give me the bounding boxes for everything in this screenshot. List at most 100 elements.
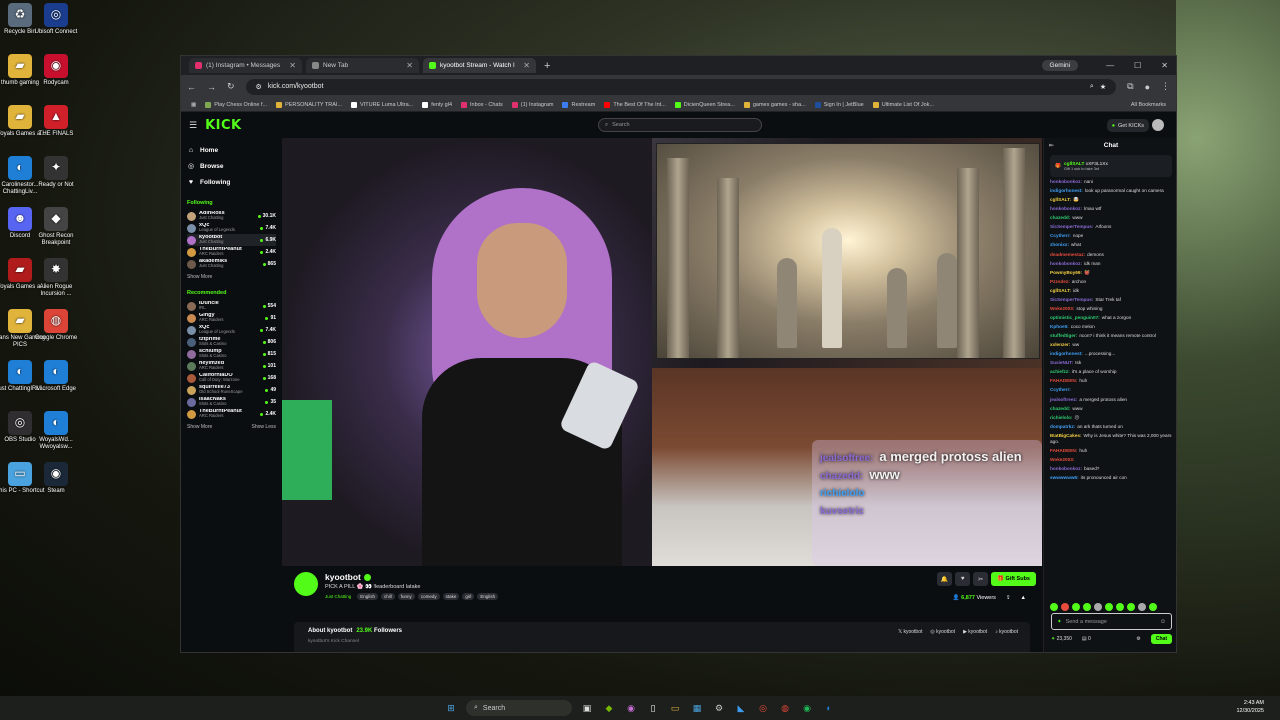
user-avatar[interactable] (1152, 119, 1164, 131)
stream-tag[interactable]: English (357, 593, 379, 600)
spotify-icon[interactable]: ◉ (800, 701, 814, 715)
stream-category[interactable]: Just Chatting (325, 594, 351, 599)
sidebar-channel-theburntpeanut[interactable]: TheBurntPeanut ARC Raiders 2.4K (187, 246, 276, 258)
emote-icon[interactable] (1105, 603, 1113, 611)
chat-input[interactable]: ✦ Send a message ☺ (1051, 613, 1172, 630)
sidebar-channel-adinross[interactable]: AdinRoss Just Chatting 30.1K (187, 210, 276, 222)
chat-username[interactable]: Woke2003: (1050, 306, 1074, 311)
nav-browse[interactable]: ◎ Browse (187, 158, 276, 174)
extensions-icon[interactable]: ⧉ (1127, 81, 1133, 92)
emote-icon[interactable] (1094, 603, 1102, 611)
back-icon[interactable]: ← (187, 82, 196, 92)
bookmark-item[interactable]: Play Chess Online f... (205, 101, 267, 108)
all-bookmarks-button[interactable]: All Bookmarks (1131, 102, 1166, 108)
forward-icon[interactable]: → (207, 82, 216, 92)
chat-username[interactable]: deadmemestaz: (1050, 252, 1085, 257)
sidebar-channel-squirrelie73[interactable]: squirrelie73 Old School RuneScape 49 (187, 384, 276, 396)
chat-username[interactable]: SicSemperTempus: (1050, 297, 1093, 302)
desktop-icon[interactable]: ✦ Ready or Not (28, 156, 84, 189)
clip-icon[interactable]: ✂ (973, 572, 989, 586)
chat-username[interactable]: xxlenzer: (1050, 342, 1070, 347)
bookmark-item[interactable]: fenty gl4 (422, 101, 452, 108)
sidebar-channel-akademiks[interactable]: akademiks Just Chatting 865 (187, 258, 276, 270)
chat-username[interactable]: chazedd: (1050, 215, 1070, 220)
site-info-icon[interactable]: ⚙ (256, 83, 262, 91)
instagram-social-link[interactable]: ◎ kyootbot (930, 629, 955, 635)
share-icon[interactable]: ⇪ (1006, 595, 1011, 601)
chat-username[interactable]: SusieNUT: (1050, 360, 1073, 365)
show-more-button[interactable]: Show More (187, 424, 212, 430)
chat-username[interactable]: FAHADEEN: (1050, 448, 1077, 453)
emote-icon[interactable] (1050, 603, 1058, 611)
taskbar-clock[interactable]: 2:43 AM 12/30/2025 (1236, 699, 1264, 716)
emote-icon[interactable] (1061, 603, 1069, 611)
chat-username[interactable]: zhonixx: (1050, 242, 1069, 247)
emoji-icon[interactable]: ☺ (1160, 619, 1166, 625)
desktop-icon[interactable]: ◉ Rodycam (28, 54, 84, 87)
tab-new-tab[interactable]: New Tab ✕ (306, 58, 419, 73)
emote-icon[interactable] (1138, 603, 1146, 611)
desktop-icon[interactable]: ◉ Steam (28, 462, 84, 495)
bookmark-item[interactable]: PERSONALITY TRAI... (276, 101, 342, 108)
emote-icon[interactable] (1072, 603, 1080, 611)
address-bar[interactable]: ⚙ kick.com/kyootbot ⌕ ★ (245, 78, 1117, 95)
sidebar-channel-californiado[interactable]: CaliforniaDO Call of Duty: Warzone 168 (187, 372, 276, 384)
copilot-icon[interactable]: ◉ (624, 701, 638, 715)
kick-emote-icon[interactable]: ✦ (1057, 619, 1062, 625)
desktop-icon[interactable]: ◆ Ghost Recon Breakpoint (28, 207, 84, 247)
notification-bell-icon[interactable]: 🔔 (937, 572, 953, 586)
follow-heart-icon[interactable]: ♥ (955, 572, 971, 586)
bookmark-item[interactable]: DicienQueen Strea... (674, 101, 735, 108)
get-kicks-button[interactable]: ● Get KICKs (1106, 119, 1149, 132)
chat-username[interactable]: indigorhonest: (1050, 188, 1083, 193)
chat-username[interactable]: swwwwww5: (1050, 475, 1079, 480)
stream-tag[interactable]: funny (397, 593, 415, 600)
sidebar-channel-theburntpeanut[interactable]: TheBurntPeanut ARC Raiders 2.4K (187, 408, 276, 420)
points-block[interactable]: ✦ 23,350 (1051, 636, 1072, 642)
kick-logo[interactable]: KICK (205, 118, 242, 133)
stream-tag[interactable]: comedy (417, 593, 440, 600)
x-social-link[interactable]: 𝕏 kyootbot (898, 629, 922, 635)
video-player[interactable]: jealsoftree: a merged protoss alien chaze… (282, 138, 1042, 566)
chat-username[interactable]: chazedd: (1050, 406, 1070, 411)
gift-subs-button[interactable]: 🎁 Gift Subs (991, 572, 1036, 586)
close-tab-icon[interactable]: ✕ (406, 61, 413, 70)
close-tab-icon[interactable]: ✕ (289, 61, 296, 70)
edge-icon[interactable]: ◐ (822, 701, 836, 715)
chat-username[interactable]: honkobonkoz: (1050, 206, 1082, 211)
bookmark-item[interactable]: Sign In | JetBlue (814, 101, 864, 108)
bookmark-item[interactable]: (1) Instagram (511, 101, 553, 108)
tab-kick[interactable]: kyootbot Stream - Watch l ✕ (423, 58, 536, 73)
chat-username[interactable]: cgllSALT: (1050, 288, 1071, 293)
chat-username[interactable]: honkobonkoz: (1050, 261, 1082, 266)
stream-tag[interactable]: chill (381, 593, 395, 600)
streamer-avatar[interactable] (294, 572, 318, 596)
bookmark-item[interactable]: Ultimate List Of Jok... (872, 101, 934, 108)
chat-username[interactable]: FAHADEEN: (1050, 378, 1077, 383)
chat-username[interactable]: stuffedtiger: (1050, 333, 1077, 338)
sidebar-channel-isaacnaks[interactable]: IsaacNaks Slots & Casino 35 (187, 396, 276, 408)
report-icon[interactable]: ▲ (1021, 595, 1026, 601)
chat-username[interactable]: richielolo: (1050, 415, 1072, 420)
chat-username[interactable]: Woke2003: (1050, 457, 1074, 462)
streamer-name[interactable]: kyootbot (325, 572, 361, 582)
menu-icon[interactable]: ⋮ (1161, 81, 1170, 92)
apps-icon[interactable]: ▦ (191, 102, 196, 108)
profile-icon[interactable]: ● (1145, 82, 1150, 92)
zoom-icon[interactable]: ⌕ (1090, 83, 1094, 91)
chat-username[interactable]: cgllSALT: (1050, 197, 1071, 202)
collapse-chat-icon[interactable]: ⇤ (1049, 142, 1054, 149)
stream-tag[interactable]: stake (442, 593, 460, 600)
chat-username[interactable]: Ccytherr: (1050, 233, 1071, 238)
minimize-icon[interactable]: — (1106, 61, 1114, 70)
stream-tag[interactable]: English (477, 593, 499, 600)
bookmark-item[interactable]: Restream (562, 101, 595, 108)
chat-username[interactable]: jealsoftreez: (1050, 397, 1077, 402)
chat-username[interactable]: Ccytherr: (1050, 387, 1071, 392)
gemini-button[interactable]: Gemini (1041, 60, 1079, 71)
desktop-icon[interactable]: ◐ WoyalsWd... Wwoyalsw... (28, 411, 84, 451)
show-less-button[interactable]: Show Less (252, 424, 276, 430)
bookmark-star-icon[interactable]: ★ (1100, 83, 1106, 91)
desktop-icon[interactable]: ◎ Ubisoft Connect (28, 3, 84, 36)
start-icon[interactable]: ⊞ (444, 701, 458, 715)
